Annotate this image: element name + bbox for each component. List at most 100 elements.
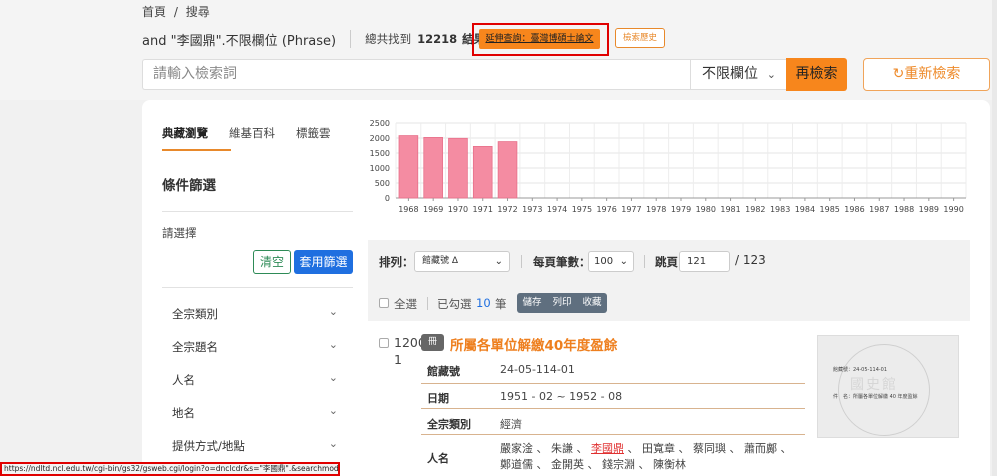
record-number-wrap: 1 xyxy=(394,352,402,367)
checked-unit: 筆 xyxy=(495,297,507,311)
extend-query-button[interactable]: 延伸查詢：臺灣博碩士論文 xyxy=(479,29,600,49)
tab-wikipedia[interactable]: 維基百科 xyxy=(229,125,275,141)
total-pages: / 123 xyxy=(735,253,766,267)
facet-person-name[interactable]: 人名 ⌄ xyxy=(172,371,342,388)
x-tick-label: 1968 xyxy=(398,205,418,214)
breadcrumb-home[interactable]: 首頁 xyxy=(142,5,166,19)
x-tick-label: 1988 xyxy=(894,205,914,214)
chevron-down-icon: ⌄ xyxy=(619,256,628,267)
select-all-checkbox[interactable] xyxy=(379,298,389,308)
total-count: 12218 xyxy=(417,32,458,46)
facet-label: 人名 xyxy=(172,373,195,387)
facet-label: 提供方式/地點 xyxy=(172,439,245,453)
x-tick-label: 1976 xyxy=(596,205,616,214)
jump-label: 跳頁 xyxy=(655,255,678,269)
page-scrollbar[interactable] xyxy=(992,0,997,476)
watermark-text: 國史館 xyxy=(850,377,898,393)
meta-value: 經濟 xyxy=(500,418,522,431)
sort-value: 館藏號 Δ xyxy=(422,256,459,266)
facet-collection-category[interactable]: 全宗類別 ⌄ xyxy=(172,305,342,322)
divider xyxy=(644,255,645,268)
meta-row-category: 全宗類別 經濟 xyxy=(421,409,805,435)
meta-row-names: 人名 嚴家淦 、 朱謙 、 李國鼎 、 田寬章 、 蔡同璵 、 蕭而鄺 、 鄭道… xyxy=(421,435,805,476)
meta-key: 全宗類別 xyxy=(427,418,471,431)
chevron-down-icon: ⌄ xyxy=(328,338,338,351)
x-tick-label: 1981 xyxy=(720,205,740,214)
thumb-line: 館藏號：24-05-114-01 xyxy=(833,367,888,373)
chevron-down-icon: ⌄ xyxy=(328,404,338,417)
facet-place-name[interactable]: 地名 ⌄ xyxy=(172,404,342,421)
search-history-button[interactable]: 檢索歷史 xyxy=(615,28,665,48)
x-tick-label: 1974 xyxy=(547,205,567,214)
filter-title: 條件篩選 xyxy=(162,178,216,194)
breadcrumb-search[interactable]: 搜尋 xyxy=(186,5,210,19)
jump-page-input[interactable]: 121 xyxy=(679,251,730,272)
search-input[interactable]: 請輸入檢索詞 xyxy=(142,59,691,90)
clear-filter-button[interactable]: 清空 xyxy=(253,250,291,274)
volume-badge: 冊 xyxy=(421,334,444,351)
y-tick-label: 500 xyxy=(375,179,390,188)
sort-label: 排列： xyxy=(379,255,414,269)
chevron-down-icon: ⌄ xyxy=(328,305,338,318)
save-button[interactable]: 儲存 xyxy=(517,293,547,313)
field-select-value: 不限欄位 xyxy=(702,66,758,82)
result-summary: and "李國鼎".不限欄位 (Phrase) 總共找到 12218 結果 xyxy=(142,29,485,49)
record-checkbox[interactable] xyxy=(379,338,389,348)
sidebar-tabs: 典藏瀏覽 維基百科 標籤雲 xyxy=(162,125,352,141)
divider xyxy=(162,211,353,212)
x-tick-label: 1990 xyxy=(943,205,963,214)
x-tick-label: 1970 xyxy=(448,205,468,214)
meta-row-call-number: 館藏號 24-05-114-01 xyxy=(421,356,805,384)
per-page-select[interactable]: 100 ⌄ xyxy=(588,251,634,272)
x-tick-label: 1986 xyxy=(844,205,864,214)
query-text: and "李國鼎".不限欄位 (Phrase) xyxy=(142,33,337,49)
meta-row-date: 日期 1951 - 02 ~ 1952 - 08 xyxy=(421,384,805,409)
per-page-value: 100 xyxy=(594,256,614,267)
print-button[interactable]: 列印 xyxy=(547,293,577,313)
total-label: 總共找到 xyxy=(365,32,412,46)
meta-value: 1951 - 02 ~ 1952 - 08 xyxy=(500,390,623,403)
y-tick-label: 1000 xyxy=(370,164,390,173)
favorite-button[interactable]: 收藏 xyxy=(577,293,607,313)
chevron-down-icon: ⌄ xyxy=(494,256,503,267)
y-tick-label: 2500 xyxy=(370,119,390,128)
refresh-icon: ↻ xyxy=(892,66,905,82)
x-tick-label: 1972 xyxy=(497,205,517,214)
x-tick-label: 1978 xyxy=(646,205,666,214)
facet-label: 地名 xyxy=(172,406,195,420)
record-thumbnail[interactable]: 國史館 館藏號：24-05-114-01 件 名：所屬各單位解繳 40 年度盈餘 xyxy=(817,335,959,438)
x-tick-label: 1971 xyxy=(473,205,493,214)
checked-label: 已勾選 xyxy=(437,297,472,311)
sort-select[interactable]: 館藏號 Δ ⌄ xyxy=(414,251,510,272)
facet-access-location[interactable]: 提供方式/地點 ⌄ xyxy=(172,437,342,454)
highlighted-name[interactable]: 李國鼎 xyxy=(591,442,624,455)
meta-key: 人名 xyxy=(427,452,449,465)
y-tick-label: 2000 xyxy=(370,134,390,143)
record-title[interactable]: 所屬各單位解繳40年度盈餘 xyxy=(450,334,617,354)
facet-collection-title[interactable]: 全宗題名 ⌄ xyxy=(172,338,342,355)
divider xyxy=(350,30,352,48)
meta-value-names: 嚴家淦 、 朱謙 、 李國鼎 、 田寬章 、 蔡同璵 、 蕭而鄺 、 鄭道儒 、… xyxy=(500,441,805,473)
breadcrumb-separator: / xyxy=(173,5,178,19)
status-bar-url: https://ndltd.ncl.edu.tw/cgi-bin/gs32/gs… xyxy=(0,462,340,476)
apply-filter-button[interactable]: 套用篩選 xyxy=(294,250,353,274)
x-tick-label: 1969 xyxy=(423,205,443,214)
tab-tag-cloud[interactable]: 標籤雲 xyxy=(296,125,331,141)
field-select[interactable]: 不限欄位 ⌄ xyxy=(690,59,787,90)
chevron-down-icon: ⌄ xyxy=(766,68,776,81)
meta-value: 24-05-114-01 xyxy=(500,363,575,376)
bar-1972 xyxy=(497,141,518,199)
y-tick-label: 0 xyxy=(385,194,390,203)
reset-search-button[interactable]: ↻重新檢索 xyxy=(863,58,990,91)
x-tick-label: 1979 xyxy=(671,205,691,214)
chevron-down-icon: ⌄ xyxy=(328,371,338,384)
research-button[interactable]: 再檢索 xyxy=(786,58,847,91)
names-before: 嚴家淦 、 朱謙 、 xyxy=(500,442,591,455)
reset-label: 重新檢索 xyxy=(904,66,961,82)
tab-collection-browse[interactable]: 典藏瀏覽 xyxy=(162,125,208,141)
x-tick-label: 1984 xyxy=(795,205,815,214)
bar-1969 xyxy=(423,136,443,199)
chevron-down-icon: ⌄ xyxy=(328,437,338,450)
x-tick-label: 1980 xyxy=(696,205,716,214)
x-tick-label: 1985 xyxy=(820,205,840,214)
